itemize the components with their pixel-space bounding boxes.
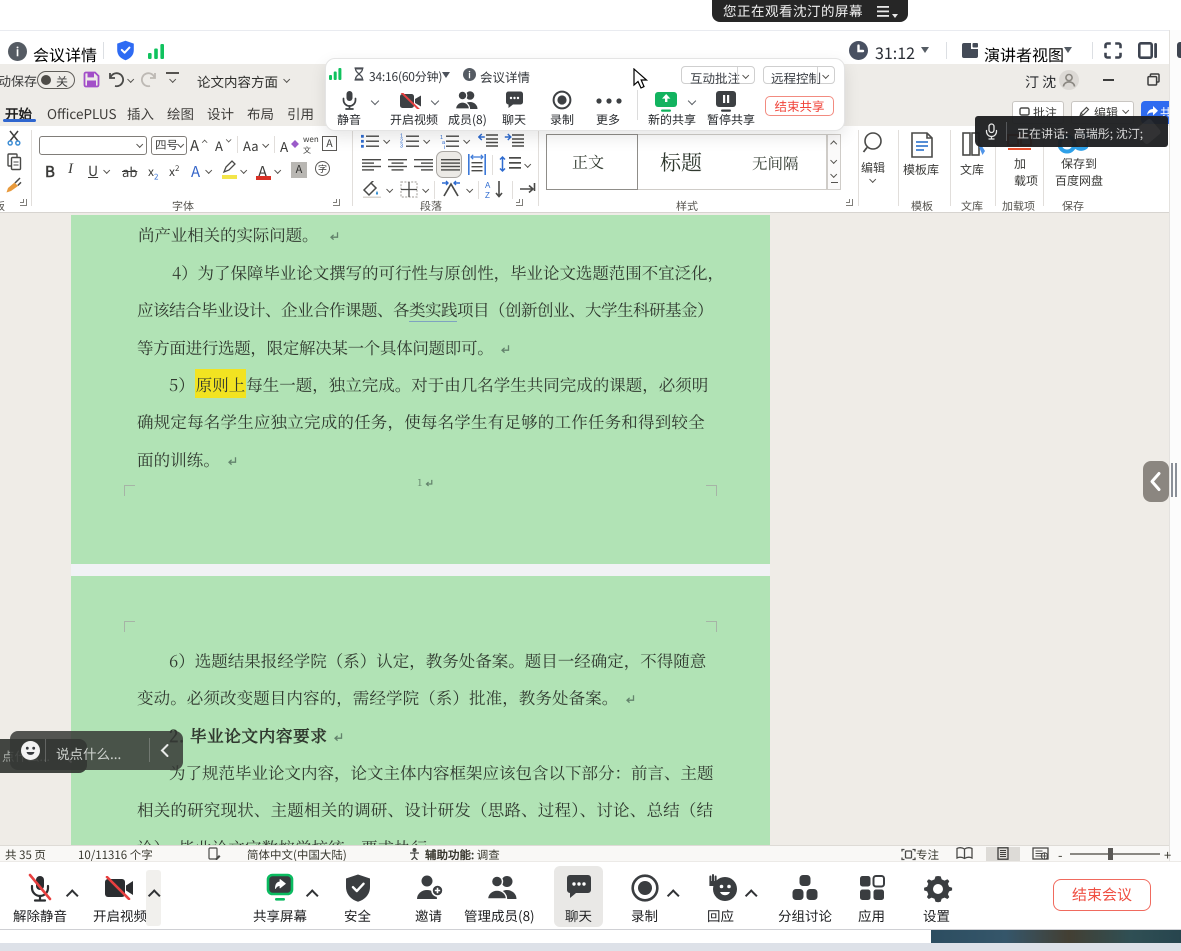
svg-text:3: 3 <box>400 144 403 150</box>
svg-text:i: i <box>444 145 445 149</box>
svg-text:A: A <box>485 181 491 190</box>
svg-text:Z: Z <box>485 191 490 199</box>
